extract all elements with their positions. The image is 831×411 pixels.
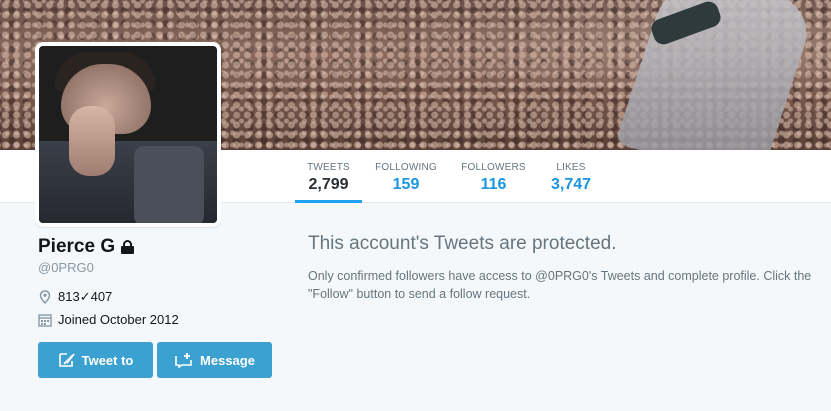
nav-following-count: 159 xyxy=(392,176,420,193)
profile-location-row: 813✓407 xyxy=(38,289,278,305)
nav-followers[interactable]: FOLLOWERS 116 xyxy=(456,150,531,203)
protected-title: This account's Tweets are protected. xyxy=(308,233,617,254)
avatar-hand xyxy=(69,106,115,176)
profile-name[interactable]: Pierce G xyxy=(38,236,115,258)
message-button[interactable]: Message xyxy=(157,342,272,378)
protected-body: Only confirmed followers have access to … xyxy=(308,269,812,301)
profile-sidebar: Pierce G @0PRG0 813✓407 Joined October 2… xyxy=(38,236,278,378)
tweet-to-button[interactable]: Tweet to xyxy=(38,342,153,378)
message-icon xyxy=(175,353,192,368)
nav-likes-count: 3,747 xyxy=(550,176,592,193)
nav-likes[interactable]: LIKES 3,747 xyxy=(546,150,596,203)
nav-following-label: FOLLOWING xyxy=(375,162,437,173)
profile-location: 813✓407 xyxy=(58,289,113,304)
tweet-feather-icon xyxy=(58,353,75,367)
nav-followers-label: FOLLOWERS xyxy=(461,162,526,173)
profile-name-row: Pierce G xyxy=(38,236,278,258)
profile-handle[interactable]: @0PRG0 xyxy=(38,260,278,275)
nav-followers-count: 116 xyxy=(480,176,507,193)
calendar-icon xyxy=(38,313,52,327)
profile-joined-row: Joined October 2012 xyxy=(38,312,278,327)
protected-notice: This account's Tweets are protected. Onl… xyxy=(308,233,828,303)
tweet-to-label: Tweet to xyxy=(81,352,134,368)
nav-following[interactable]: FOLLOWING 159 xyxy=(370,150,442,203)
profile-avatar[interactable] xyxy=(35,42,221,227)
nav-tweets[interactable]: TWEETS 2,799 xyxy=(295,150,362,203)
nav-tweets-label: TWEETS xyxy=(307,162,350,173)
profile-joined-date: Joined October 2012 xyxy=(58,312,179,327)
nav-tweets-count: 2,799 xyxy=(308,176,349,193)
lock-icon xyxy=(121,240,135,254)
nav-likes-label: LIKES xyxy=(556,162,586,173)
location-pin-icon xyxy=(39,290,51,304)
avatar-jacket xyxy=(134,146,204,223)
message-label: Message xyxy=(200,352,255,368)
